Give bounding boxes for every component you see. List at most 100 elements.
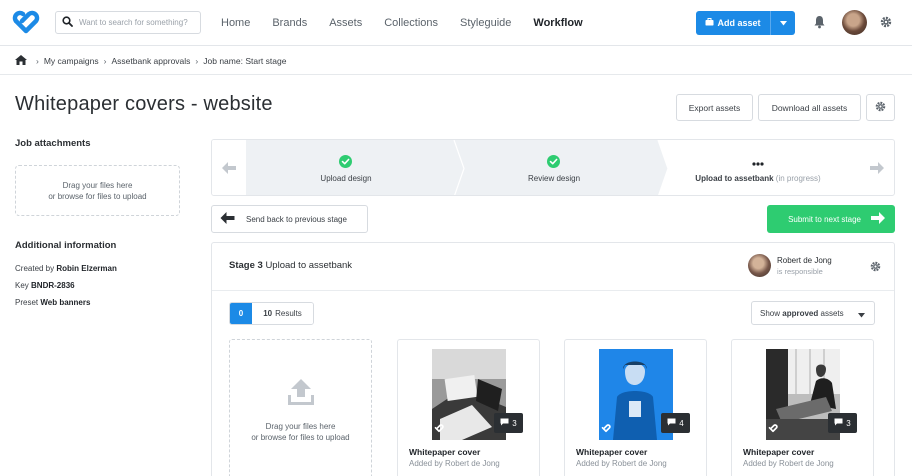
nav-styleguide[interactable]: Styleguide [460, 17, 511, 29]
send-back-button[interactable]: Send back to previous stage [211, 205, 368, 233]
assignee-avatar[interactable] [748, 254, 771, 277]
asset-added-by: Added by Robert de Jong [409, 459, 500, 468]
stage-panel: Stage 3 Upload to assetbank Robert de Jo… [211, 242, 895, 476]
breadcrumb-separator: › [195, 56, 199, 66]
comment-icon [834, 418, 843, 428]
results-label: Results [275, 309, 302, 318]
breadcrumb-separator: › [36, 56, 39, 66]
comment-count: 3 [846, 418, 851, 428]
created-by-value: Robin Elzerman [56, 264, 117, 273]
show-suffix: assets [820, 308, 844, 318]
workflow-stepper: Upload design Review design Upload to as… [211, 139, 895, 196]
search-input[interactable] [79, 18, 197, 27]
asset-title: Whitepaper cover [743, 447, 815, 457]
attachments-dropzone[interactable]: Drag your files here or browse for files… [15, 165, 180, 216]
top-navigation: Home Brands Assets Collections Styleguid… [0, 0, 912, 46]
dropzone-line-1: Drag your files here [62, 180, 133, 190]
assignee-name: Robert de Jong [777, 256, 832, 265]
results-number: 10 [263, 309, 273, 318]
results-toggle[interactable]: 0 10 Results [229, 302, 314, 325]
dropzone-line-2: or browse for files to upload [251, 433, 350, 442]
nav-home[interactable]: Home [221, 17, 250, 29]
caret-down-icon [858, 311, 865, 320]
nav-collections[interactable]: Collections [384, 17, 438, 29]
comment-count-badge[interactable]: 3 [828, 413, 857, 433]
show-filter-select[interactable]: Show approved assets [751, 301, 875, 325]
step-upload-assetbank-label: Upload to assetbank [695, 174, 774, 183]
arrow-left-icon [220, 212, 235, 226]
briefcase-icon [705, 18, 714, 28]
nav-workflow[interactable]: Workflow [533, 17, 582, 29]
add-asset-button[interactable]: Add asset [696, 11, 795, 35]
add-asset-label: Add asset [717, 18, 761, 28]
show-prefix: Show [760, 308, 781, 318]
stage-number: Stage 3 [229, 260, 263, 271]
key-line: Key BNDR-2836 [15, 281, 75, 290]
preset-value: Web banners [40, 298, 91, 307]
asset-title: Whitepaper cover [409, 447, 481, 457]
submit-next-stage-button[interactable]: Submit to next stage [767, 205, 895, 233]
add-asset-main[interactable]: Add asset [696, 11, 771, 35]
job-attachments-heading: Job attachments [15, 138, 91, 149]
asset-added-by: Added by Robert de Jong [576, 459, 667, 468]
preset-label: Preset [15, 298, 39, 307]
asset-title: Whitepaper cover [576, 447, 648, 457]
add-asset-dropdown-toggle[interactable] [771, 11, 795, 35]
stepper-prev-arrow-icon[interactable] [222, 162, 236, 176]
export-assets-button[interactable]: Export assets [676, 94, 753, 121]
results-count[interactable]: 10 Results [252, 303, 313, 324]
breadcrumb: › My campaigns › Assetbank approvals › J… [15, 54, 286, 68]
step-status: (in progress) [775, 174, 821, 183]
key-value: BNDR-2836 [31, 281, 75, 290]
asset-card[interactable]: 3 Whitepaper cover Added by Robert de Jo… [731, 339, 874, 476]
dropzone-line-2: or browse for files to upload [48, 191, 147, 201]
comment-count-badge[interactable]: 4 [661, 413, 690, 433]
gear-icon [875, 101, 886, 114]
selected-count[interactable]: 0 [230, 303, 252, 324]
created-by-line: Created by Robin Elzerman [15, 264, 117, 273]
asset-card[interactable]: 3 Whitepaper cover Added by Robert de Jo… [397, 339, 540, 476]
bell-icon[interactable] [813, 15, 826, 31]
upload-icon [286, 377, 316, 409]
send-back-label: Send back to previous stage [246, 214, 347, 224]
stage-name: Upload to assetbank [265, 260, 353, 271]
arrow-right-icon [871, 212, 885, 226]
asset-card[interactable]: 4 Whitepaper cover Added by Robert de Jo… [564, 339, 707, 476]
nav-brands[interactable]: Brands [272, 17, 307, 29]
download-all-button[interactable]: Download all assets [758, 94, 861, 121]
caret-down-icon [779, 18, 787, 28]
check-circle-icon [547, 155, 560, 170]
dropzone-text: Drag your files here or browse for files… [230, 421, 371, 443]
key-label: Key [15, 281, 29, 290]
asset-upload-dropzone[interactable]: Drag your files here or browse for files… [229, 339, 372, 476]
settings-button[interactable] [866, 94, 895, 121]
brand-mark-icon [434, 424, 444, 435]
breadcrumb-item-campaigns[interactable]: My campaigns [44, 56, 99, 66]
home-icon[interactable] [15, 55, 27, 67]
breadcrumb-separator: › [103, 56, 107, 66]
divider [0, 74, 912, 75]
comment-count: 4 [679, 418, 684, 428]
additional-info-heading: Additional information [15, 240, 117, 251]
main-nav: Home Brands Assets Collections Styleguid… [221, 0, 605, 46]
brand-logo-icon[interactable] [12, 10, 40, 36]
user-avatar[interactable] [842, 10, 867, 35]
gear-icon[interactable] [870, 261, 881, 274]
brand-mark-icon [768, 424, 778, 435]
breadcrumb-item-approvals[interactable]: Assetbank approvals [112, 56, 191, 66]
stage-title: Stage 3 Upload to assetbank [229, 260, 352, 271]
check-circle-icon [339, 155, 352, 170]
comment-icon [667, 418, 676, 428]
stepper-next-arrow-icon[interactable] [870, 162, 884, 176]
breadcrumb-item-job: Job name: Start stage [203, 56, 287, 66]
created-by-label: Created by [15, 264, 55, 273]
step-upload-design: Upload design [320, 174, 372, 183]
nav-assets[interactable]: Assets [329, 17, 362, 29]
search-box[interactable] [55, 11, 201, 34]
ellipsis-icon [752, 158, 764, 168]
brand-mark-icon [601, 424, 611, 435]
gear-icon[interactable] [880, 16, 892, 30]
dropzone-line-1: Drag your files here [265, 422, 336, 431]
comment-count-badge[interactable]: 3 [494, 413, 523, 433]
asset-added-by: Added by Robert de Jong [743, 459, 834, 468]
